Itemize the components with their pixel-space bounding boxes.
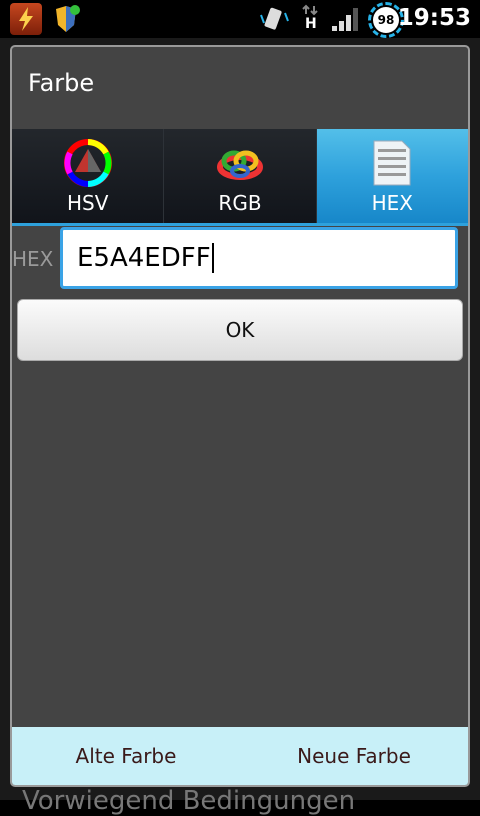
old-color-label: Alte Farbe <box>75 744 177 768</box>
security-shield-icon <box>50 3 82 35</box>
new-color-label: Neue Farbe <box>297 744 411 768</box>
new-color-swatch[interactable]: Neue Farbe <box>240 727 468 785</box>
tab-rgb[interactable]: RGB <box>164 129 317 223</box>
vibrate-icon <box>258 3 290 39</box>
hex-input[interactable]: E5A4EDFF <box>60 227 458 289</box>
hsv-color-wheel-icon <box>63 139 112 187</box>
color-preview-bar: Alte Farbe Neue Farbe <box>12 727 468 785</box>
hex-input-value: E5A4EDFF <box>77 243 211 273</box>
tab-underline <box>12 223 468 226</box>
dialog-title: Farbe <box>28 69 95 97</box>
power-app-icon <box>10 3 42 35</box>
clock: 19:53 <box>397 5 471 31</box>
ok-button[interactable]: OK <box>17 299 463 361</box>
hex-table-icon <box>373 140 411 186</box>
old-color-swatch[interactable]: Alte Farbe <box>12 727 240 785</box>
tab-hsv-label: HSV <box>66 191 109 215</box>
signal-strength-icon <box>330 6 362 36</box>
tab-bar: HSV RGB HEX <box>12 129 468 223</box>
tab-hex-label: HEX <box>371 191 414 215</box>
background-text: Vorwiegend Bedingungen <box>22 786 356 816</box>
rgb-rings-icon <box>216 150 263 180</box>
tab-rgb-label: RGB <box>218 191 262 215</box>
hex-field-label: HEX <box>12 247 54 271</box>
status-bar: H 98 19:53 <box>0 0 480 38</box>
text-caret <box>211 243 214 273</box>
tab-hsv[interactable]: HSV <box>12 129 165 223</box>
network-type-label: H <box>305 16 317 32</box>
color-picker-dialog: Farbe HSV RGB HEX HEX E5A4EDFF OK Alte F… <box>10 45 470 787</box>
battery-level: 98 <box>373 7 399 33</box>
tab-hex[interactable]: HEX <box>316 129 468 223</box>
